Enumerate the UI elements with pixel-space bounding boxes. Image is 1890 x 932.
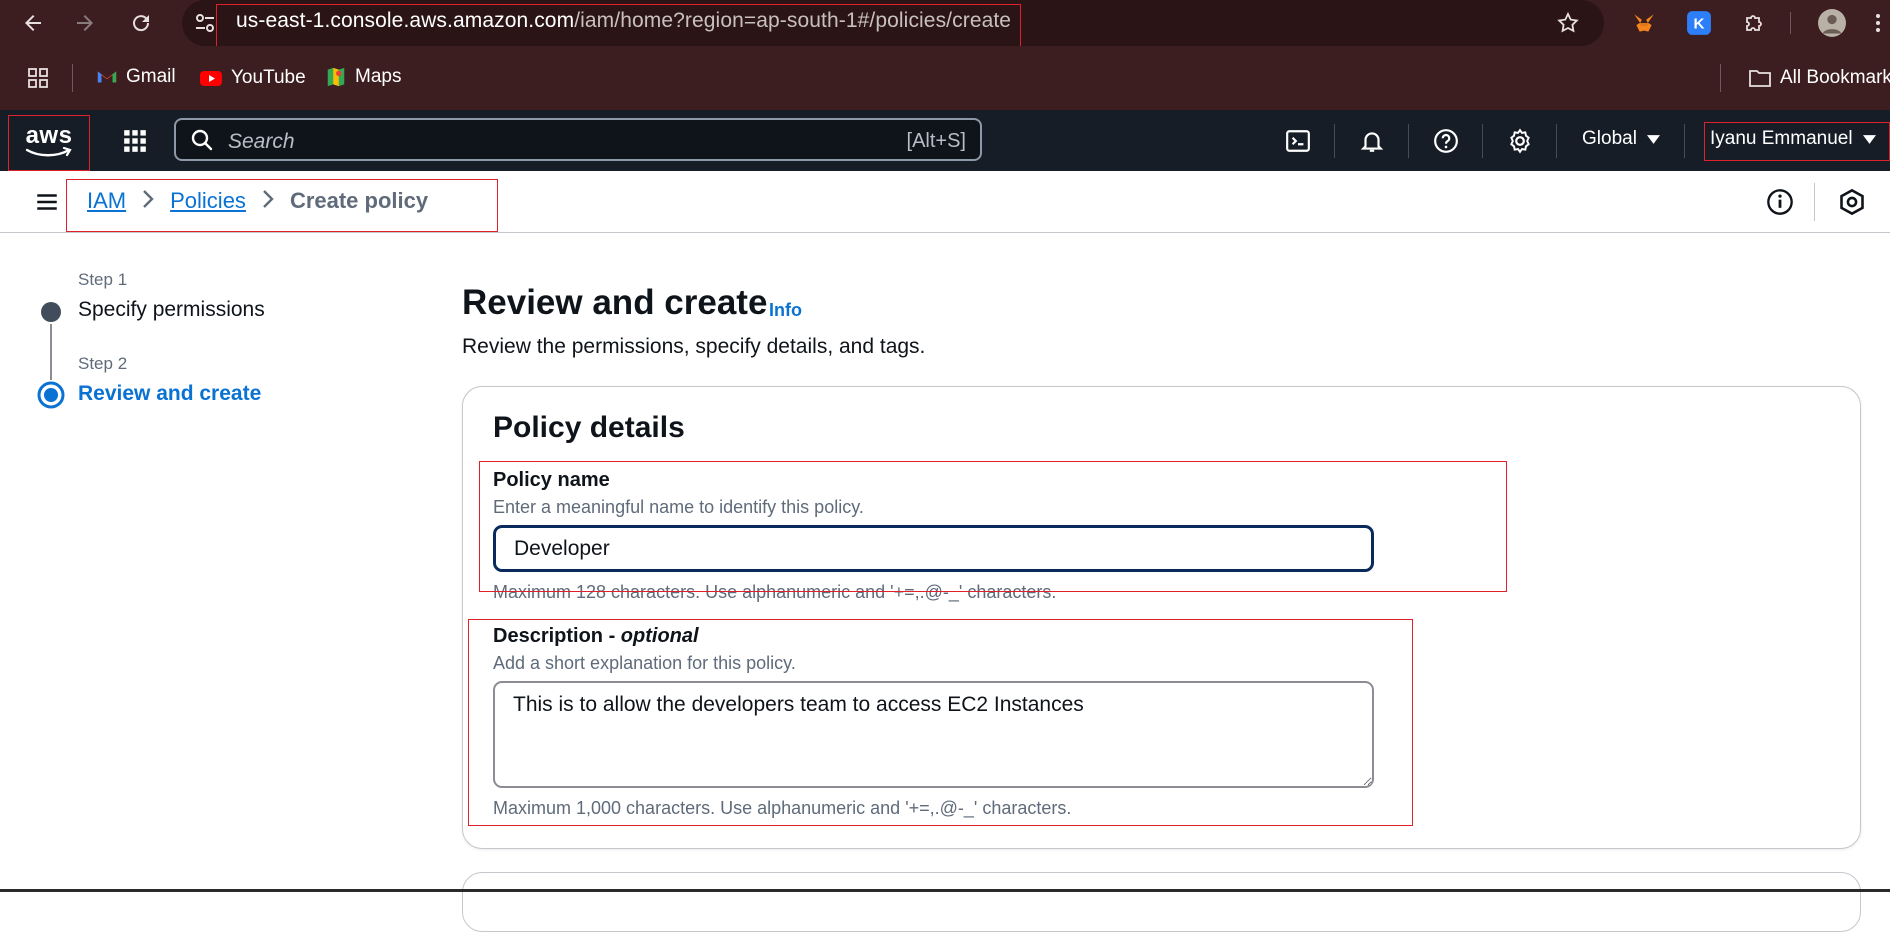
description-constraint: Maximum 1,000 characters. Use alphanumer… bbox=[493, 798, 1072, 818]
browser-toolbar: us-east-1.console.aws.amazon.com/iam/hom… bbox=[0, 0, 1890, 52]
reload-button[interactable] bbox=[126, 8, 156, 38]
youtube-icon bbox=[200, 71, 222, 86]
chrome-menu-icon[interactable] bbox=[1870, 9, 1886, 37]
hamburger-menu-icon[interactable] bbox=[34, 189, 60, 220]
description-help: Add a short explanation for this policy. bbox=[493, 653, 796, 673]
metamask-extension-icon[interactable] bbox=[1630, 9, 1658, 37]
bookmarks-divider bbox=[72, 64, 73, 92]
bookmark-maps[interactable]: Maps bbox=[325, 66, 401, 88]
description-label: Description - optional bbox=[493, 625, 699, 648]
step-connector bbox=[50, 324, 52, 380]
policy-name-constraint: Maximum 128 characters. Use alphanumeric… bbox=[493, 582, 1057, 602]
bookmark-star-icon[interactable] bbox=[1554, 9, 1582, 37]
step-1-label: Step 1 bbox=[78, 270, 128, 289]
next-panel bbox=[462, 872, 1861, 932]
url-host: us-east-1.console.aws.amazon.com bbox=[236, 9, 575, 32]
profile-avatar[interactable] bbox=[1818, 9, 1846, 37]
gmail-icon bbox=[97, 71, 117, 83]
bookmark-youtube[interactable]: YouTube bbox=[199, 66, 306, 90]
k-extension-icon[interactable]: K bbox=[1685, 9, 1713, 37]
aws-smile-icon bbox=[25, 147, 72, 157]
maps-icon bbox=[327, 67, 345, 87]
description-textarea[interactable]: This is to allow the developers team to … bbox=[493, 681, 1374, 788]
toolbar-divider bbox=[1790, 12, 1791, 34]
aws-logo[interactable]: aws bbox=[12, 116, 86, 168]
account-label: Iyanu Emmanuel bbox=[1710, 128, 1853, 149]
page-title: Review and create bbox=[462, 283, 768, 322]
nav-divider bbox=[1334, 124, 1335, 158]
policy-name-description: Enter a meaningful name to identify this… bbox=[493, 497, 864, 517]
security-hub-icon[interactable] bbox=[1838, 188, 1866, 221]
search-icon bbox=[191, 129, 213, 151]
policy-name-input[interactable] bbox=[493, 525, 1374, 572]
caret-down-icon bbox=[1646, 134, 1660, 144]
step-complete-dot-icon bbox=[41, 302, 61, 322]
step-1-title[interactable]: Specify permissions bbox=[78, 298, 265, 322]
breadcrumb-iam[interactable]: IAM bbox=[87, 188, 126, 214]
nav-divider bbox=[1556, 124, 1557, 158]
account-menu[interactable]: Iyanu Emmanuel bbox=[1710, 128, 1876, 150]
site-info-icon[interactable] bbox=[190, 8, 220, 38]
step-2-title: Review and create bbox=[78, 382, 262, 405]
reload-icon bbox=[133, 15, 150, 32]
forward-button[interactable] bbox=[70, 8, 100, 38]
breadcrumb: IAM Policies Create policy bbox=[87, 188, 428, 214]
breadcrumb-policies[interactable]: Policies bbox=[170, 188, 246, 214]
caret-down-icon bbox=[1862, 134, 1876, 144]
aws-logo-text: aws bbox=[25, 122, 73, 149]
nav-divider bbox=[1482, 124, 1483, 158]
settings-gear-icon[interactable] bbox=[1506, 127, 1534, 155]
search-placeholder: Search bbox=[228, 130, 295, 153]
svg-text:K: K bbox=[1694, 15, 1705, 32]
console-search-input[interactable]: Search [Alt+S] bbox=[174, 118, 982, 161]
url-path: /iam/home?region=ap-south-1#/policies/cr… bbox=[574, 9, 1012, 32]
all-bookmarks-label: All Bookmarks bbox=[1780, 67, 1890, 88]
arrow-left-icon bbox=[25, 15, 41, 31]
services-menu-icon[interactable] bbox=[122, 128, 148, 159]
chevron-right-icon bbox=[262, 189, 274, 214]
bookmarks-bar: Gmail YouTube Maps All Bookmarks bbox=[0, 46, 1890, 110]
nav-divider bbox=[1684, 124, 1685, 158]
info-panel-icon[interactable] bbox=[1766, 188, 1794, 221]
help-icon[interactable] bbox=[1432, 127, 1460, 155]
folder-icon bbox=[1749, 70, 1771, 87]
panel-title: Policy details bbox=[493, 411, 685, 444]
bookmark-label: Maps bbox=[355, 66, 402, 87]
back-button[interactable] bbox=[18, 8, 48, 38]
breadcrumb-bar: IAM Policies Create policy bbox=[0, 171, 1890, 233]
apps-grid-icon[interactable] bbox=[26, 66, 50, 95]
cloudshell-icon[interactable] bbox=[1284, 127, 1312, 155]
region-label: Global bbox=[1582, 128, 1637, 149]
search-shortcut-hint: [Alt+S] bbox=[906, 130, 966, 152]
all-bookmarks-button[interactable]: All Bookmarks bbox=[1748, 66, 1890, 90]
breadcrumb-current: Create policy bbox=[289, 188, 429, 213]
bookmarks-divider-right bbox=[1720, 64, 1721, 92]
chevron-right-icon bbox=[142, 189, 154, 214]
aws-console-nav: aws Search [Alt+S] Global Iyanu Emmanuel bbox=[0, 110, 1890, 171]
region-selector[interactable]: Global bbox=[1582, 128, 1660, 150]
policy-name-label: Policy name bbox=[493, 469, 610, 491]
page-description: Review the permissions, specify details,… bbox=[462, 335, 926, 358]
step-2-label: Step 2 bbox=[78, 354, 128, 373]
extensions-puzzle-icon[interactable] bbox=[1740, 9, 1768, 37]
arrow-right-icon bbox=[77, 15, 93, 31]
bookmark-gmail[interactable]: Gmail bbox=[96, 66, 176, 88]
bookmark-label: Gmail bbox=[126, 66, 176, 87]
url-text[interactable]: us-east-1.console.aws.amazon.com/iam/hom… bbox=[236, 9, 1011, 33]
crumb-divider bbox=[1814, 183, 1815, 221]
info-link[interactable]: Info bbox=[769, 300, 802, 321]
bookmark-label: YouTube bbox=[231, 67, 306, 88]
description-label-text: Description - bbox=[493, 625, 621, 647]
step-active-dot-icon bbox=[37, 381, 65, 409]
notifications-bell-icon[interactable] bbox=[1358, 127, 1386, 155]
nav-divider bbox=[1408, 124, 1409, 158]
description-label-optional: optional bbox=[620, 625, 699, 647]
